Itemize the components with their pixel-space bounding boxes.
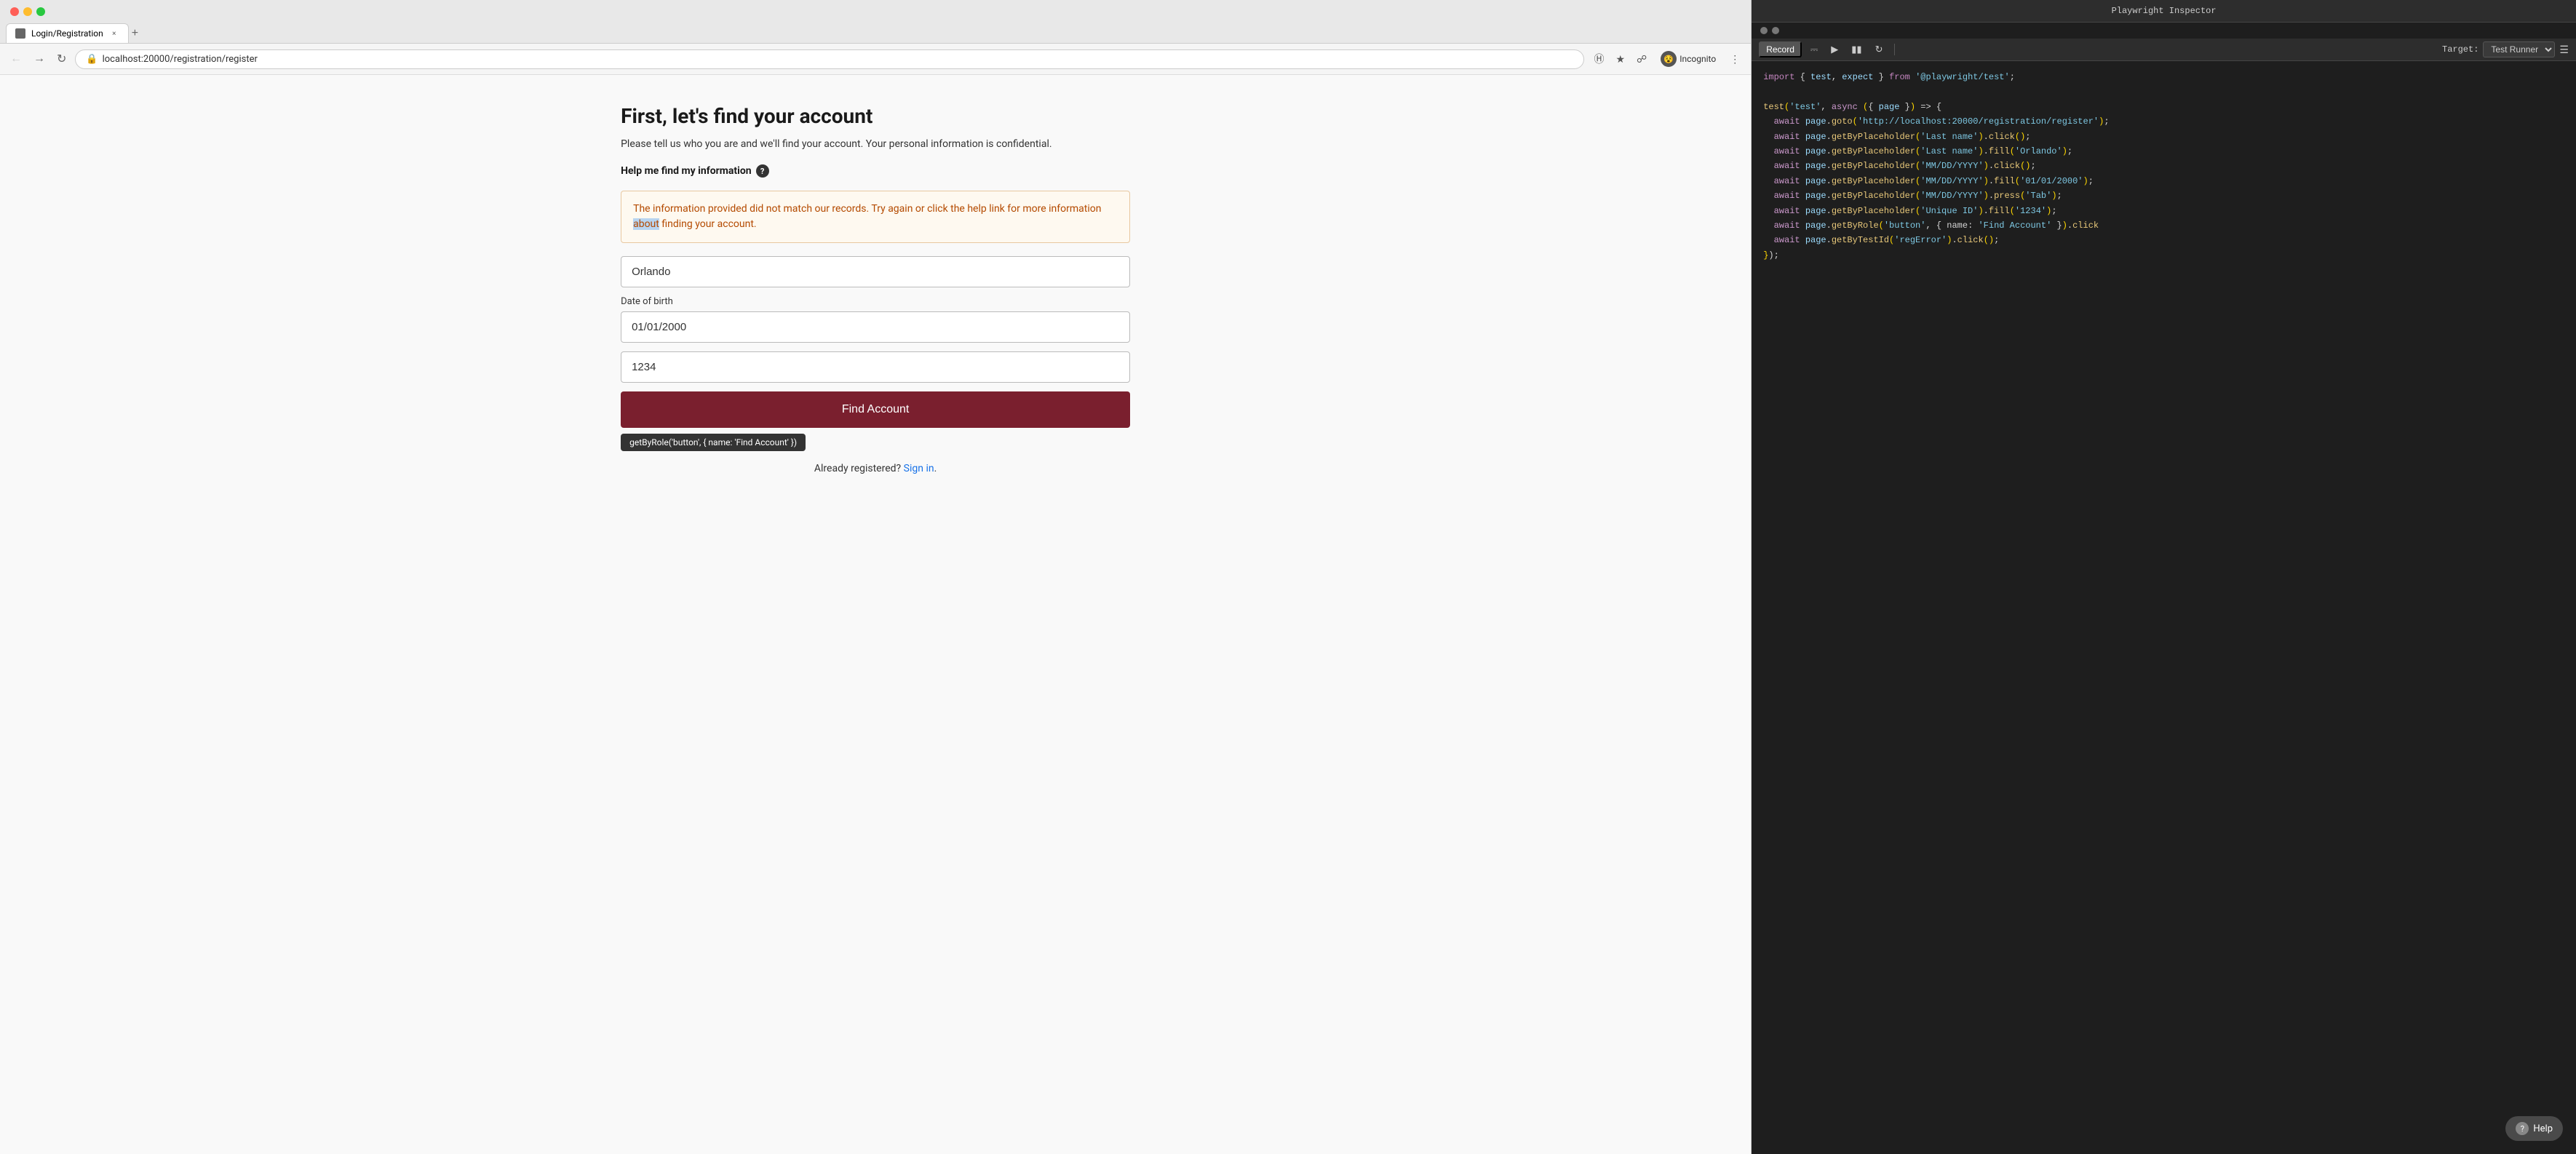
form-container: First, let's find your account Please te… <box>621 104 1130 1125</box>
minimize-window-button[interactable] <box>23 7 32 16</box>
error-highlight-about: about <box>633 218 659 230</box>
tab-bar: Login/Registration × + <box>0 23 1751 44</box>
navigation-bar: ← → ↻ 🔒 localhost:20000/registration/reg… <box>0 44 1751 75</box>
tab-close-button[interactable]: × <box>109 28 119 39</box>
reader-mode-button[interactable]: ☍ <box>1633 51 1650 68</box>
help-label-text: Help me find my information <box>621 165 751 177</box>
help-bubble-label: Help <box>2533 1123 2553 1134</box>
code-line-click-btn: await page.getByRole('button', { name: '… <box>1763 218 2564 233</box>
inspector-toolbar: Record ⎓ ▶ ▮▮ ↻ Target: Test Runner ☰ <box>1752 39 2576 61</box>
code-line-close: }); <box>1763 248 2564 263</box>
share-button[interactable]: Ⓗ <box>1590 49 1607 68</box>
help-question-icon[interactable]: ? <box>756 164 769 178</box>
inspector-title: Playwright Inspector <box>2112 6 2217 16</box>
record-button[interactable]: Record <box>1759 41 1802 57</box>
maximize-window-button[interactable] <box>36 7 45 16</box>
incognito-label: Incognito <box>1679 54 1716 64</box>
run-button[interactable]: ▶ <box>1826 41 1842 57</box>
forward-button[interactable]: → <box>31 49 48 68</box>
browser-window: Login/Registration × + ← → ↻ 🔒 localhost… <box>0 0 1752 1154</box>
code-line-click-dob: await page.getByPlaceholder('MM/DD/YYYY'… <box>1763 159 2564 173</box>
incognito-indicator: 😵 Incognito <box>1655 48 1722 70</box>
copy-button[interactable]: ⎓ <box>1806 41 1822 57</box>
page-title: First, let's find your account <box>621 104 1130 128</box>
code-line-press-tab: await page.getByPlaceholder('MM/DD/YYYY'… <box>1763 188 2564 203</box>
code-line-goto: await page.goto('http://localhost:20000/… <box>1763 114 2564 129</box>
signin-text: Already registered? Sign in. <box>621 463 1130 474</box>
help-bubble[interactable]: ? Help <box>2505 1116 2563 1141</box>
url-text: localhost:20000/registration/register <box>103 54 1574 65</box>
pause-button[interactable]: ▮▮ <box>1847 41 1866 57</box>
code-editor: import { test, expect } from '@playwrigh… <box>1752 61 2576 1154</box>
inspector-menu-button[interactable]: ☰ <box>2559 44 2569 56</box>
playwright-tooltip: getByRole('button', { name: 'Find Accoun… <box>621 434 806 451</box>
code-line-fill-last: await page.getByPlaceholder('Last name')… <box>1763 144 2564 159</box>
inspector-dot-2 <box>1772 27 1779 34</box>
error-box: The information provided did not match o… <box>621 191 1130 243</box>
code-line-test: test('test', async ({ page }) => { <box>1763 100 2564 114</box>
help-bubble-icon: ? <box>2516 1122 2529 1135</box>
inspector-window-controls <box>1752 23 2576 39</box>
back-button[interactable]: ← <box>7 49 25 68</box>
toolbar-separator <box>1894 44 1895 55</box>
signin-static-text: Already registered? <box>814 463 901 474</box>
inspector-dot-1 <box>1760 27 1768 34</box>
address-bar[interactable]: 🔒 localhost:20000/registration/register <box>75 49 1584 69</box>
code-line-click-error: await page.getByTestId('regError').click… <box>1763 233 2564 247</box>
code-line-click-last: await page.getByPlaceholder('Last name')… <box>1763 130 2564 144</box>
tab-favicon <box>15 28 25 39</box>
traffic-lights <box>10 7 45 16</box>
page-content: First, let's find your account Please te… <box>0 75 1751 1154</box>
target-select[interactable]: Test Runner <box>2483 41 2555 57</box>
step-button[interactable]: ↻ <box>1871 41 1888 57</box>
help-label: Help me find my information ? <box>621 164 1130 178</box>
dob-input[interactable] <box>621 311 1130 343</box>
playwright-inspector-panel: Playwright Inspector Record ⎓ ▶ ▮▮ ↻ Tar… <box>1752 0 2576 1154</box>
unique-id-input[interactable] <box>621 351 1130 383</box>
last-name-input[interactable] <box>621 256 1130 287</box>
tab-title: Login/Registration <box>31 28 103 39</box>
target-section: Target: Test Runner ☰ <box>2442 41 2569 57</box>
code-line-1: import { test, expect } from '@playwrigh… <box>1763 70 2564 84</box>
code-line-fill-uid: await page.getByPlaceholder('Unique ID')… <box>1763 204 2564 218</box>
dob-label: Date of birth <box>621 296 1130 307</box>
window-controls <box>0 0 1751 23</box>
new-tab-button[interactable]: + <box>132 27 138 40</box>
code-line-fill-dob: await page.getByPlaceholder('MM/DD/YYYY'… <box>1763 174 2564 188</box>
error-message: The information provided did not match o… <box>633 202 1118 232</box>
code-line-blank <box>1763 84 2564 99</box>
active-tab[interactable]: Login/Registration × <box>6 23 129 43</box>
incognito-icon: 😵 <box>1661 51 1677 67</box>
reload-button[interactable]: ↻ <box>54 49 69 69</box>
error-text-part1: The information provided did not match o… <box>633 203 1101 215</box>
page-subtitle: Please tell us who you are and we'll fin… <box>621 138 1130 150</box>
nav-icons: Ⓗ ★ ☍ 😵 Incognito ⋮ <box>1590 48 1744 70</box>
signin-punctuation: . <box>934 463 937 474</box>
inspector-titlebar: Playwright Inspector <box>1752 0 2576 23</box>
close-window-button[interactable] <box>10 7 19 16</box>
find-account-button[interactable]: Find Account <box>621 391 1130 428</box>
error-text-part2: finding your account. <box>659 218 757 230</box>
bookmark-button[interactable]: ★ <box>1612 51 1629 68</box>
signin-link[interactable]: Sign in <box>904 463 934 474</box>
target-label: Target: <box>2442 44 2478 55</box>
browser-menu-button[interactable]: ⋮ <box>1726 51 1744 68</box>
